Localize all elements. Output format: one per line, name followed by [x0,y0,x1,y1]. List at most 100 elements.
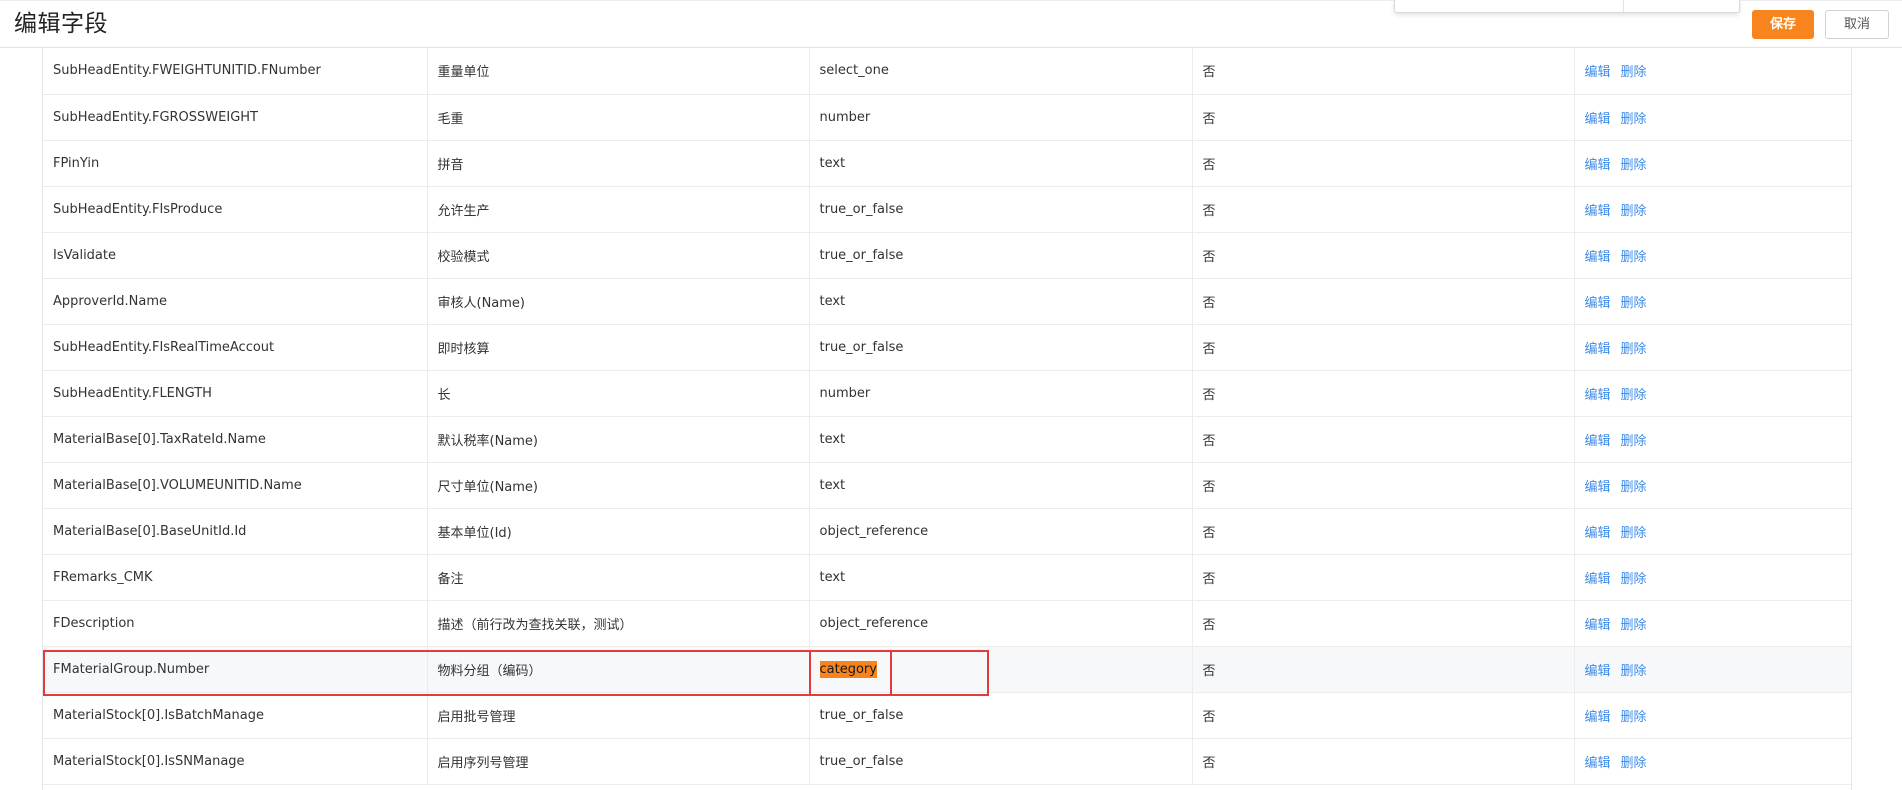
field-name-cell: 备注 [427,554,810,601]
delete-link[interactable]: 删除 [1621,572,1647,587]
edit-link[interactable]: 编辑 [1585,296,1611,311]
fields-table-container[interactable]: SubHeadEntity.FWEIGHTUNITID.FNumber 重量单位… [42,48,1852,790]
field-name-cell: 描述（前行改为查找关联，测试） [427,600,810,647]
field-key-cell: SubHeadEntity.FIsProduce [43,186,428,233]
delete-link[interactable]: 删除 [1621,526,1647,541]
field-type-cell: text [809,140,1193,187]
field-type-cell: true_or_false [809,232,1193,279]
actions-cell: 编辑 删除 [1574,416,1851,463]
actions-cell: 编辑 删除 [1574,692,1851,739]
table-row: ApproverId.Name 审核人(Name) text 否 编辑 删除 [43,278,1851,325]
field-key-cell: FPinYin [43,140,428,187]
field-required-cell: 否 [1192,94,1575,141]
actions-cell: 编辑 删除 [1574,508,1851,555]
delete-link[interactable]: 删除 [1621,480,1647,495]
field-key-cell: MaterialStock[0].IsSNManage [43,738,428,785]
delete-link[interactable]: 删除 [1621,250,1647,265]
popover-divider [1623,0,1624,12]
actions-cell: 编辑 删除 [1574,94,1851,141]
delete-link[interactable]: 删除 [1621,756,1647,771]
delete-link[interactable]: 删除 [1621,664,1647,679]
edit-link[interactable]: 编辑 [1585,112,1611,127]
field-name-cell: 即时核算 [427,324,810,371]
actions-cell: 编辑 删除 [1574,48,1851,95]
field-required-cell: 否 [1192,278,1575,325]
delete-link[interactable]: 删除 [1621,112,1647,127]
edit-link[interactable]: 编辑 [1585,342,1611,357]
field-name-cell: 拼音 [427,140,810,187]
field-name-cell: 物料分组（编码） [427,646,810,693]
field-type-cell: category [809,646,1193,693]
field-name-cell: 基本单位(Id) [427,508,810,555]
edit-link[interactable]: 编辑 [1585,158,1611,173]
field-type-cell: true_or_false [809,738,1193,785]
field-type-cell: number [809,94,1193,141]
page-title: 编辑字段 [14,11,108,37]
field-name-cell: 启用批号管理 [427,692,810,739]
field-required-cell: 否 [1192,462,1575,509]
table-row: MaterialStock[0].IsSNManage 启用序列号管理 true… [43,738,1851,785]
delete-link[interactable]: 删除 [1621,158,1647,173]
edit-link[interactable]: 编辑 [1585,480,1611,495]
field-type-cell: select_one [809,48,1193,95]
field-required-cell: 否 [1192,554,1575,601]
field-key-cell: FMaterialGroup.Number [43,646,428,693]
table-row: MaterialBase[0].TaxRateId.Name 默认税率(Name… [43,416,1851,463]
field-name-cell: 启用序列号管理 [427,738,810,785]
field-required-cell: 否 [1192,508,1575,555]
delete-link[interactable]: 删除 [1621,710,1647,725]
field-key-cell: MaterialBase[0].VOLUMEUNITID.Name [43,462,428,509]
table-row: FRemarks_CMK 备注 text 否 编辑 删除 [43,554,1851,601]
edit-link[interactable]: 编辑 [1585,434,1611,449]
edit-link[interactable]: 编辑 [1585,756,1611,771]
delete-link[interactable]: 删除 [1621,342,1647,357]
table-row: IsValidate 校验模式 true_or_false 否 编辑 删除 [43,232,1851,279]
edit-link[interactable]: 编辑 [1585,65,1611,80]
field-key-cell: MaterialStock[0].IsBatchManage [43,692,428,739]
field-required-cell: 否 [1192,646,1575,693]
dropdown-popover[interactable] [1394,0,1740,13]
edit-link[interactable]: 编辑 [1585,572,1611,587]
delete-link[interactable]: 删除 [1621,434,1647,449]
save-button[interactable]: 保存 [1752,10,1814,39]
field-type-cell: object_reference [809,508,1193,555]
field-required-cell: 否 [1192,48,1575,95]
edit-link[interactable]: 编辑 [1585,250,1611,265]
delete-link[interactable]: 删除 [1621,296,1647,311]
edit-link[interactable]: 编辑 [1585,664,1611,679]
table-row: FPinYin 拼音 text 否 编辑 删除 [43,140,1851,187]
field-name-cell: 重量单位 [427,48,810,95]
delete-link[interactable]: 删除 [1621,388,1647,403]
field-type-cell: text [809,416,1193,463]
field-type-cell: text [809,554,1193,601]
field-required-cell: 否 [1192,370,1575,417]
table-row-highlighted: FMaterialGroup.Number 物料分组（编码） category … [43,646,1851,693]
actions-cell: 编辑 删除 [1574,186,1851,233]
delete-link[interactable]: 删除 [1621,618,1647,633]
field-required-cell: 否 [1192,738,1575,785]
field-type-cell: true_or_false [809,324,1193,371]
field-key-cell: FRemarks_CMK [43,554,428,601]
edit-link[interactable]: 编辑 [1585,204,1611,219]
field-required-cell: 否 [1192,324,1575,371]
field-required-cell: 否 [1192,416,1575,463]
field-required-cell: 否 [1192,692,1575,739]
field-type-cell: number [809,370,1193,417]
field-required-cell: 否 [1192,232,1575,279]
field-required-cell: 否 [1192,140,1575,187]
field-key-cell: MaterialBase[0].TaxRateId.Name [43,416,428,463]
edit-link[interactable]: 编辑 [1585,618,1611,633]
delete-link[interactable]: 删除 [1621,65,1647,80]
delete-link[interactable]: 删除 [1621,204,1647,219]
edit-link[interactable]: 编辑 [1585,526,1611,541]
actions-cell: 编辑 删除 [1574,324,1851,371]
field-key-cell: SubHeadEntity.FWEIGHTUNITID.FNumber [43,48,428,95]
cancel-button[interactable]: 取消 [1825,10,1889,39]
field-name-cell: 尺寸单位(Name) [427,462,810,509]
edit-link[interactable]: 编辑 [1585,388,1611,403]
field-key-cell: SubHeadEntity.FGROSSWEIGHT [43,94,428,141]
actions-cell: 编辑 删除 [1574,554,1851,601]
table-row: MaterialBase[0].VOLUMEUNITID.Name 尺寸单位(N… [43,462,1851,509]
field-name-cell: 毛重 [427,94,810,141]
edit-link[interactable]: 编辑 [1585,710,1611,725]
